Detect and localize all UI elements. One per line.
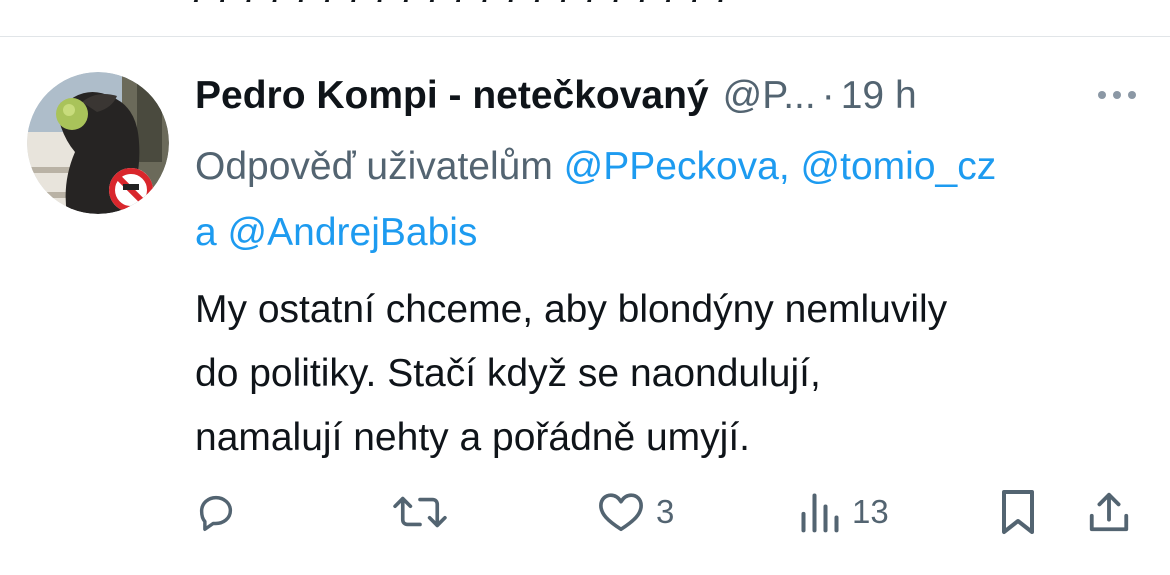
previous-tweet-glyphs: ɟ ɟ ɟ ɟ ɟ ɟ ɟ ɟ ɟ ɟ ɟ ɟ ɟ ɟ ɟ ɟ ɟ ɟ ɟ ɟ … <box>190 0 728 2</box>
tweet-divider <box>0 36 1170 37</box>
avatar-image <box>27 72 169 214</box>
tweet-text-line: namalují nehty a pořádně umyjí. <box>195 416 750 459</box>
retweet-icon <box>393 496 447 528</box>
heart-icon <box>599 493 643 532</box>
mention-andrejbabis[interactable]: @AndrejBabis <box>228 211 478 254</box>
header-separator: · <box>821 74 835 117</box>
mention-tomio-cz[interactable]: @tomio_cz <box>801 145 997 188</box>
display-name[interactable]: Pedro Kompi - netečkovaný <box>195 74 709 118</box>
tweet-text-line: do politiky. Stačí když se naondulují, <box>195 352 821 395</box>
timestamp[interactable]: 19 h <box>841 74 917 118</box>
views-count: 13 <box>852 493 889 530</box>
mention-connector: a <box>195 211 217 254</box>
tweet-actions-bar: 3 13 <box>0 482 1170 542</box>
user-handle[interactable]: @P... <box>723 74 816 118</box>
tweet-body: My ostatní chceme, aby blondýny nemluvil… <box>195 278 1155 470</box>
views-icon <box>801 493 839 533</box>
reply-to-line: Odpověď uživatelům @PPeckova, @tomio_cz … <box>195 134 1155 266</box>
like-button[interactable]: 3 <box>596 482 674 542</box>
like-count: 3 <box>656 493 675 530</box>
mention-ppeckova[interactable]: @PPeckova, <box>564 145 790 188</box>
tweet-page: ɟ ɟ ɟ ɟ ɟ ɟ ɟ ɟ ɟ ɟ ɟ ɟ ɟ ɟ ɟ ɟ ɟ ɟ ɟ ɟ … <box>0 0 1170 575</box>
views-button[interactable]: 13 <box>798 482 889 542</box>
share-button[interactable] <box>1086 482 1132 542</box>
tweet-text-line: My ostatní chceme, aby blondýny nemluvil… <box>195 288 948 331</box>
avatar[interactable] <box>27 72 169 214</box>
share-icon <box>1089 492 1129 532</box>
more-dots-icon <box>1098 91 1136 99</box>
reply-button[interactable] <box>193 482 249 542</box>
reply-prefix: Odpověď uživatelům <box>195 145 553 188</box>
tweet-header: Pedro Kompi - netečkovaný @P... · 19 h <box>195 70 1145 122</box>
retweet-button[interactable] <box>393 482 457 542</box>
bookmark-icon <box>1002 490 1034 534</box>
bookmark-button[interactable] <box>998 482 1038 542</box>
previous-tweet-text-fragment: ɟ ɟ ɟ ɟ ɟ ɟ ɟ ɟ ɟ ɟ ɟ ɟ ɟ ɟ ɟ ɟ ɟ ɟ ɟ ɟ … <box>190 0 750 2</box>
more-options-button[interactable] <box>1092 80 1142 110</box>
reply-icon <box>199 495 233 531</box>
